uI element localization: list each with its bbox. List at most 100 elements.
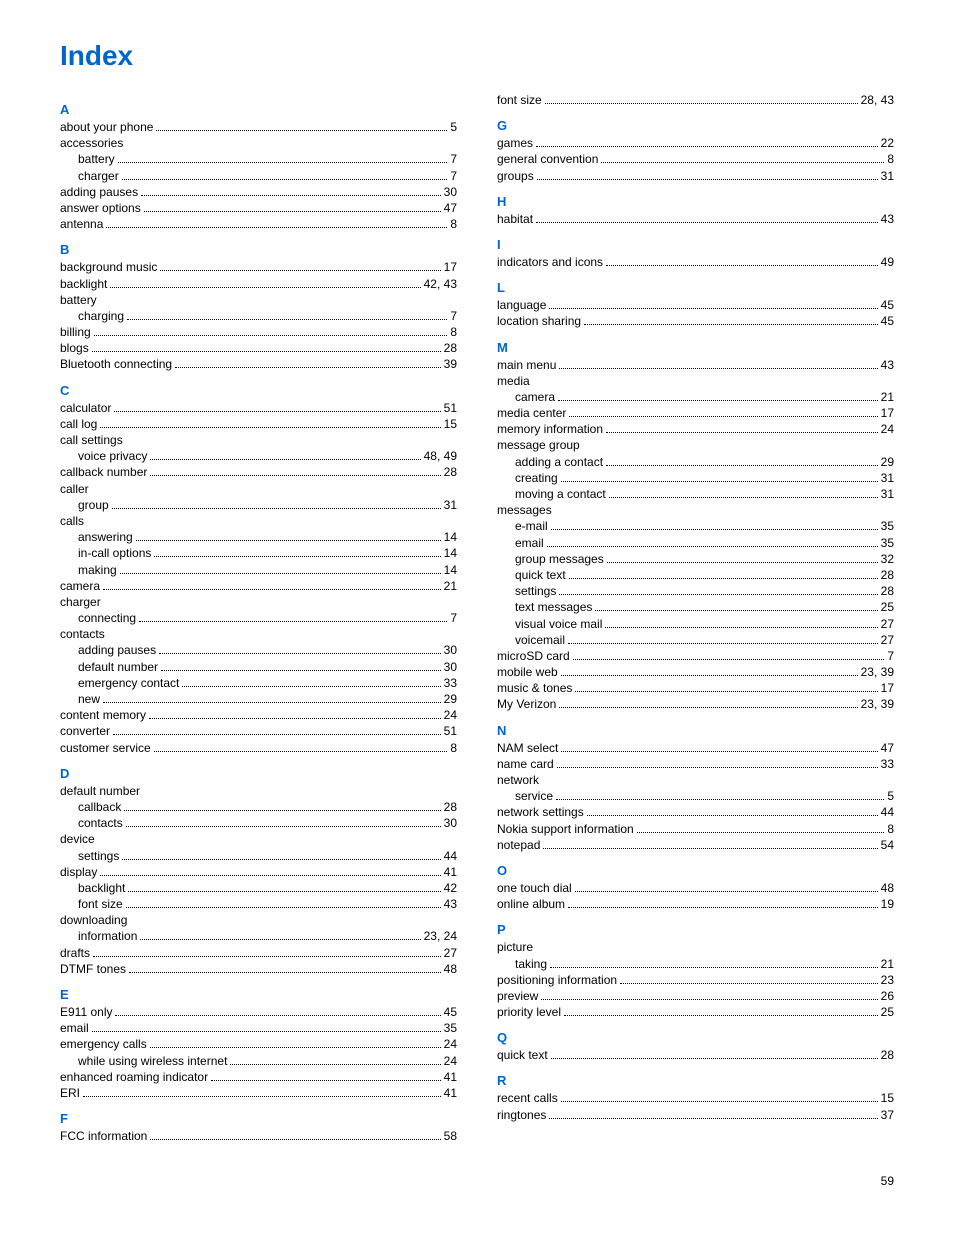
dot-leader (161, 670, 441, 671)
page-number: 59 (60, 1174, 894, 1188)
index-pages: 7 (450, 610, 457, 626)
index-label: information (78, 928, 137, 944)
index-pages: 22 (881, 135, 894, 151)
index-label: converter (60, 723, 110, 739)
index-entry: quick text28 (497, 1047, 894, 1063)
index-label: adding a contact (515, 454, 603, 470)
dot-leader (139, 621, 447, 622)
index-title: Index (60, 40, 894, 72)
index-pages: 45 (881, 297, 894, 313)
index-label: network (497, 772, 539, 788)
index-label: adding pauses (60, 184, 138, 200)
index-pages: 41 (444, 1085, 457, 1101)
index-entry: billing8 (60, 324, 457, 340)
dot-leader (159, 653, 441, 654)
index-label: antenna (60, 216, 103, 232)
dot-leader (112, 508, 441, 509)
index-pages: 27 (881, 632, 894, 648)
dot-leader (551, 529, 878, 530)
index-label: Nokia support information (497, 821, 634, 837)
dot-leader (154, 556, 440, 557)
dot-leader (543, 848, 877, 849)
index-entry: blogs28 (60, 340, 457, 356)
dot-leader (150, 1139, 440, 1140)
dot-leader (606, 432, 878, 433)
index-label: answer options (60, 200, 141, 216)
index-pages: 14 (444, 545, 457, 561)
dot-leader (609, 497, 878, 498)
index-entry: E911 only45 (60, 1004, 457, 1020)
index-pages: 27 (881, 616, 894, 632)
index-entry: new29 (60, 691, 457, 707)
dot-leader (558, 400, 878, 401)
section-letter: E (60, 987, 457, 1002)
index-pages: 7 (450, 151, 457, 167)
section-letter: P (497, 922, 894, 937)
index-header: message group (497, 437, 894, 453)
index-entry: callback number28 (60, 464, 457, 480)
index-pages: 21 (881, 389, 894, 405)
section-letter: O (497, 863, 894, 878)
index-entry: emergency contact33 (60, 675, 457, 691)
index-label: games (497, 135, 533, 151)
dot-leader (575, 691, 877, 692)
dot-leader (160, 270, 440, 271)
dot-leader (536, 146, 878, 147)
index-pages: 35 (444, 1020, 457, 1036)
index-label: music & tones (497, 680, 572, 696)
index-label: background music (60, 259, 157, 275)
index-entry: answer options47 (60, 200, 457, 216)
index-label: contacts (78, 815, 123, 831)
dot-leader (128, 891, 440, 892)
index-entry: recent calls15 (497, 1090, 894, 1106)
index-label: in-call options (78, 545, 151, 561)
dot-leader (559, 707, 857, 708)
dot-leader (549, 1118, 877, 1119)
dot-leader (595, 610, 877, 611)
index-entry: moving a contact31 (497, 486, 894, 502)
index-entry: callback28 (60, 799, 457, 815)
dot-leader (156, 130, 447, 131)
dot-leader (126, 826, 441, 827)
index-label: group (78, 497, 109, 513)
dot-leader (100, 875, 440, 876)
index-label: content memory (60, 707, 146, 723)
index-label: group messages (515, 551, 604, 567)
index-pages: 8 (450, 216, 457, 232)
dot-leader (118, 162, 448, 163)
index-entry: service5 (497, 788, 894, 804)
dot-leader (606, 465, 878, 466)
index-pages: 28, 43 (861, 92, 894, 108)
index-pages: 21 (444, 578, 457, 594)
index-entry: information23, 24 (60, 928, 457, 944)
index-pages: 7 (450, 308, 457, 324)
index-entry: connecting7 (60, 610, 457, 626)
index-entry: battery7 (60, 151, 457, 167)
index-entry: preview26 (497, 988, 894, 1004)
dot-leader (620, 983, 878, 984)
index-pages: 49 (881, 254, 894, 270)
index-entry: font size43 (60, 896, 457, 912)
dot-leader (94, 335, 448, 336)
index-label: quick text (515, 567, 566, 583)
index-pages: 24 (881, 421, 894, 437)
dot-leader (605, 627, 877, 628)
dot-leader (547, 546, 878, 547)
index-label: Bluetooth connecting (60, 356, 172, 372)
index-entry: display41 (60, 864, 457, 880)
index-entry: priority level25 (497, 1004, 894, 1020)
index-label: default number (78, 659, 158, 675)
index-pages: 27 (444, 945, 457, 961)
dot-leader (559, 594, 877, 595)
index-pages: 45 (881, 313, 894, 329)
index-label: general convention (497, 151, 598, 167)
index-pages: 28 (881, 583, 894, 599)
index-entry: settings28 (497, 583, 894, 599)
index-entry: notepad54 (497, 837, 894, 853)
dot-leader (541, 999, 877, 1000)
index-label: E911 only (60, 1004, 112, 1020)
index-pages: 25 (881, 599, 894, 615)
index-entry: backlight42, 43 (60, 276, 457, 292)
index-label: location sharing (497, 313, 581, 329)
index-columns: Aabout your phone5accessoriesbattery7cha… (60, 92, 894, 1144)
